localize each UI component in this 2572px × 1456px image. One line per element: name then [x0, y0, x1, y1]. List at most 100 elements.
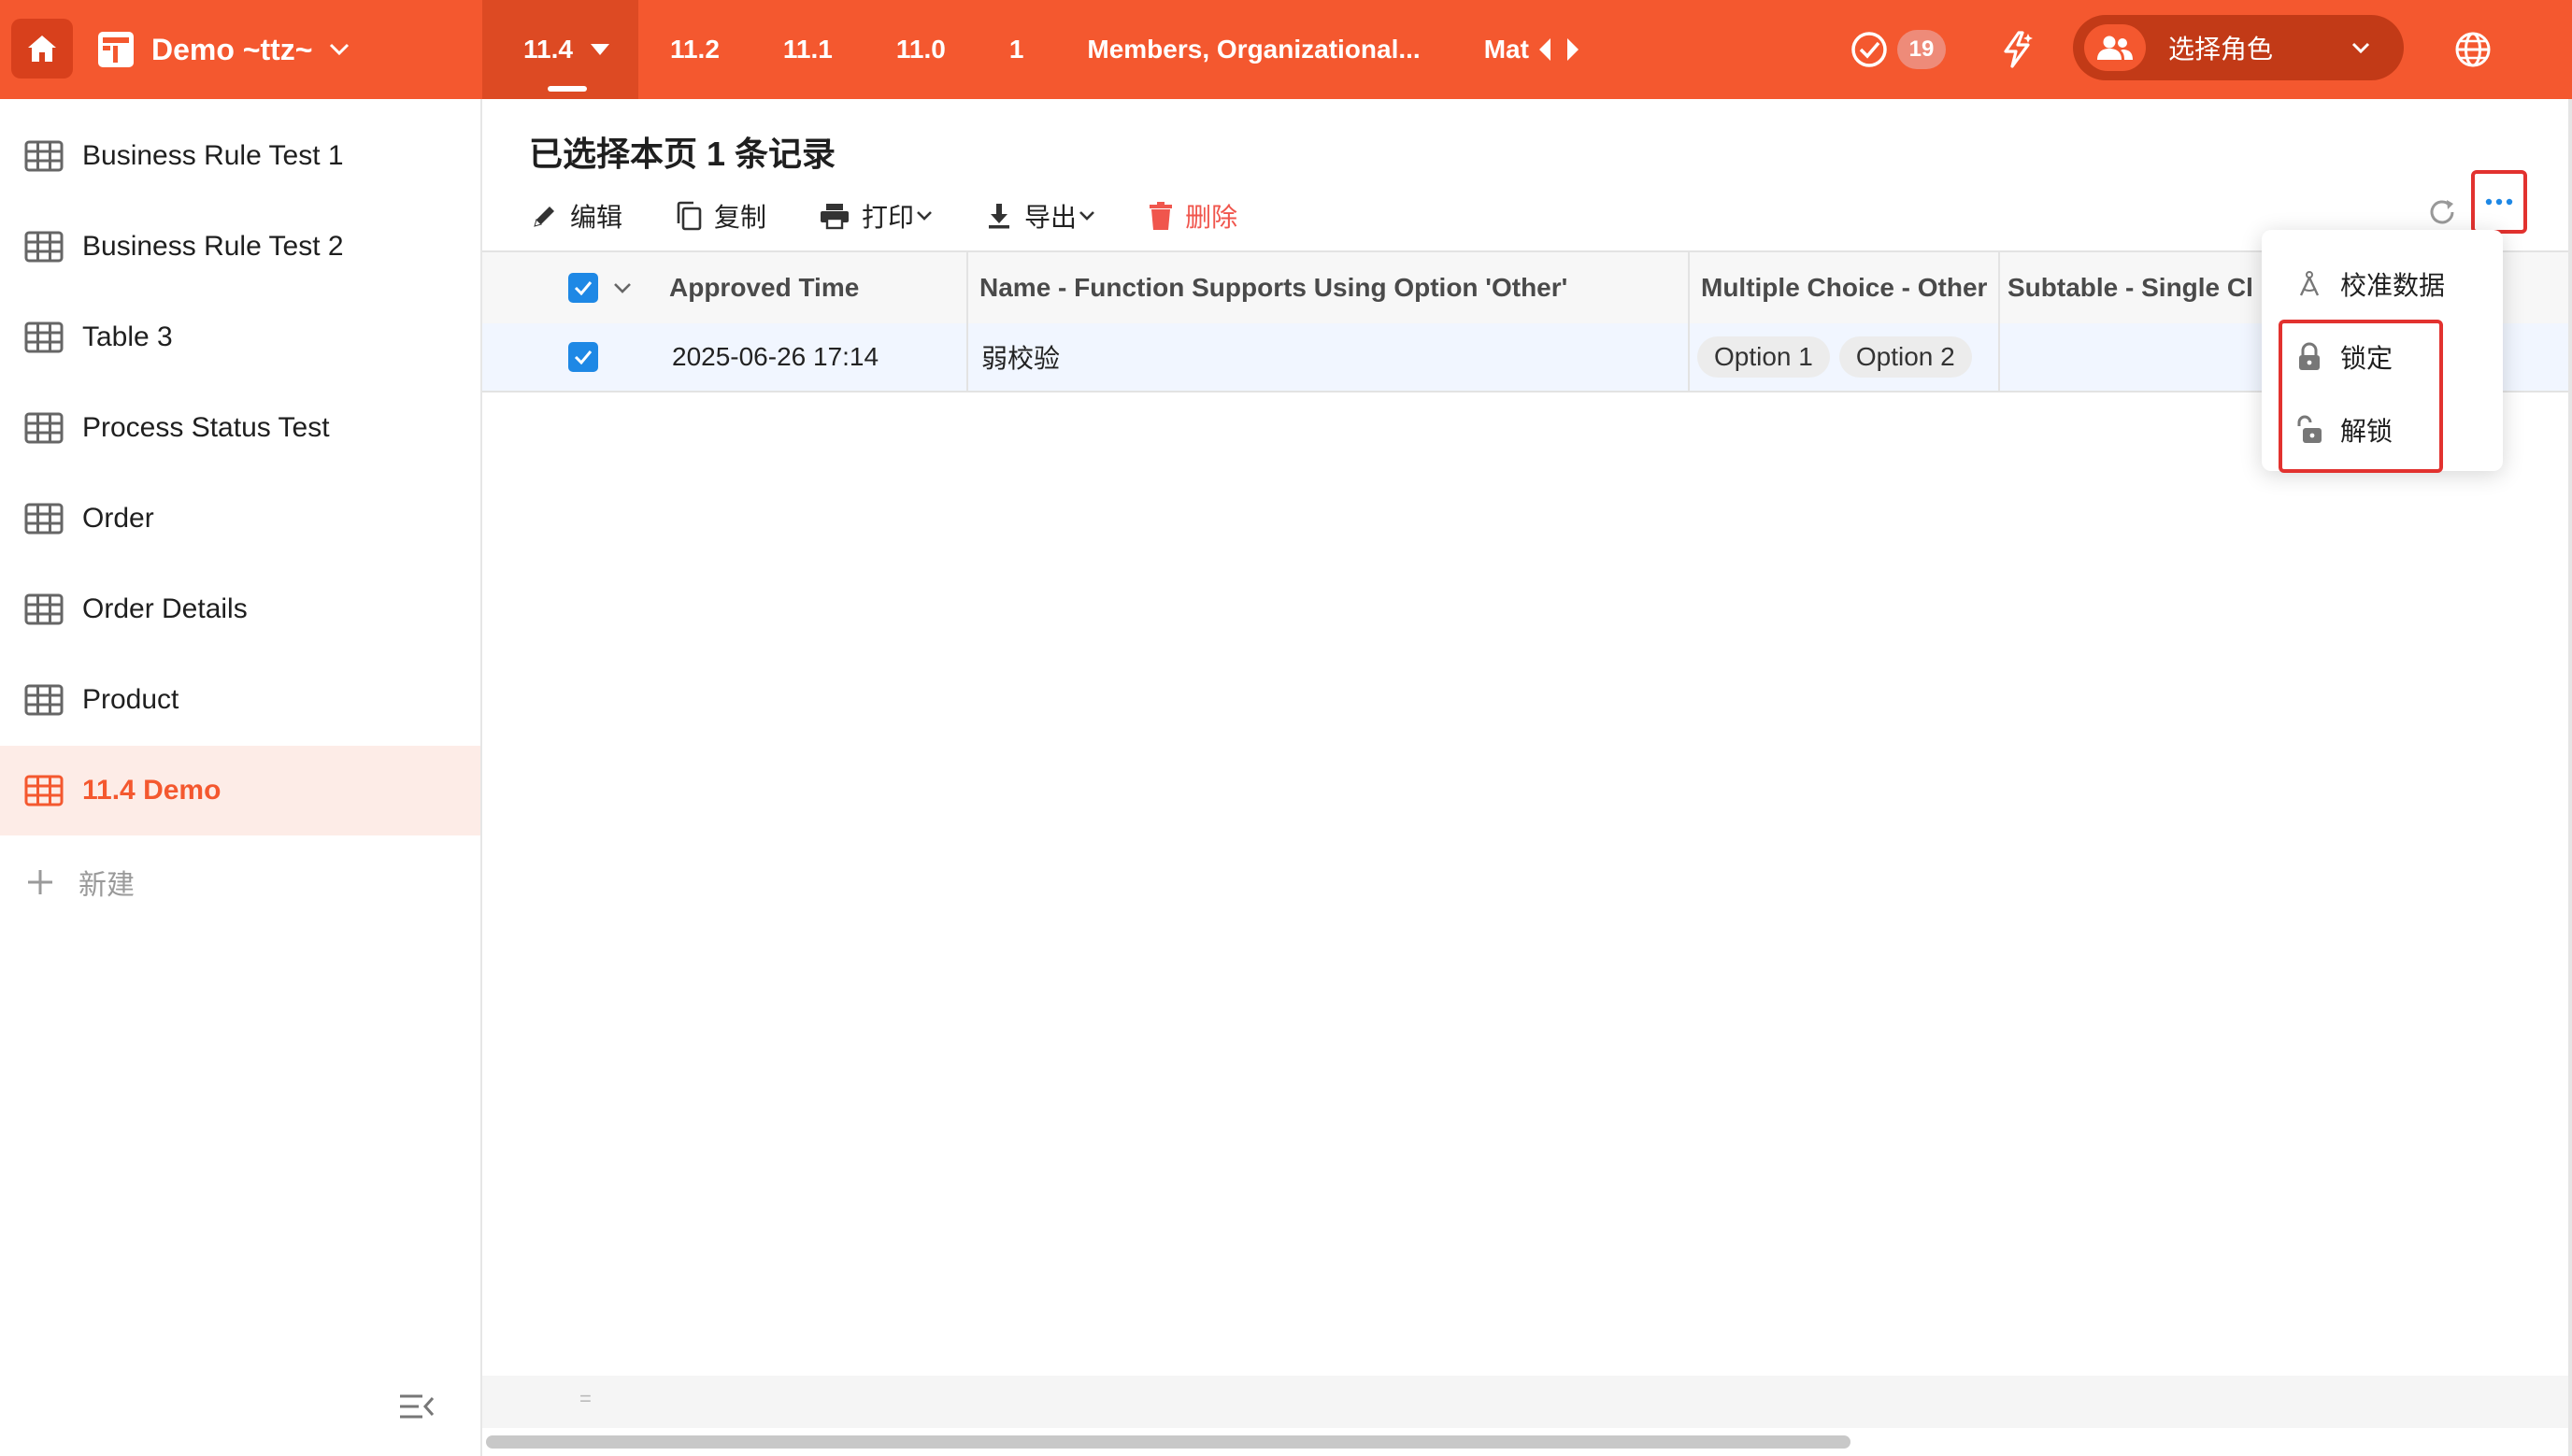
refresh-icon[interactable]	[2426, 196, 2458, 228]
check-circle-icon	[1851, 32, 1887, 67]
column-header-multiple-choice[interactable]: Multiple Choice - Other	[1701, 252, 2000, 323]
automation-button[interactable]	[2000, 0, 2036, 99]
sidebar-item-label: 11.4 Demo	[82, 775, 221, 806]
sidebar-item-business-rule-test-2[interactable]: Business Rule Test 2	[0, 202, 480, 292]
cell-subtable[interactable]	[2008, 323, 2279, 391]
tab-label: 11.1	[782, 35, 833, 64]
cell-name[interactable]: 弱校验	[981, 323, 1673, 391]
flash-icon	[2004, 31, 2033, 68]
sidebar-item-label: Product	[82, 684, 179, 715]
print-label: 打印	[862, 203, 915, 232]
tab-11-0[interactable]: 11.0	[864, 0, 978, 99]
todo-count-badge: 19	[1897, 30, 1946, 69]
cell-approved-time[interactable]: 2025-06-26 17:14	[672, 323, 952, 391]
vertical-scroll-track[interactable]	[2568, 99, 2572, 1456]
home-icon	[28, 36, 56, 62]
collapse-sidebar-icon[interactable]	[398, 1392, 436, 1420]
sidebar-item-label: Process Status Test	[82, 412, 330, 443]
app-switcher[interactable]: Demo ~ttz~	[97, 26, 350, 73]
chevron-down-icon	[1079, 211, 1094, 221]
tab-members[interactable]: Members, Organizational...	[1055, 0, 1451, 99]
edit-button[interactable]: 编辑	[531, 197, 622, 235]
chevron-down-icon	[2351, 42, 2370, 53]
column-divider	[966, 323, 968, 391]
page-title: 已选择本页 1 条记录	[529, 135, 836, 173]
sidebar-item-product[interactable]: Product	[0, 655, 480, 745]
sidebar-item-label: Order Details	[82, 593, 248, 624]
tab-label: 1	[1008, 35, 1024, 64]
chevron-down-icon	[330, 43, 350, 56]
column-header-name[interactable]: Name - Function Supports Using Option 'O…	[979, 252, 1690, 323]
grid-header: Approved Time Name - Function Supports U…	[482, 250, 2572, 325]
tab-11-2[interactable]: 11.2	[638, 0, 751, 99]
sidebar-item-order-details[interactable]: Order Details	[0, 564, 480, 654]
column-divider	[966, 252, 968, 323]
footer-drag-handle[interactable]: =	[579, 1387, 592, 1411]
caret-down-icon	[590, 44, 609, 55]
role-label: 选择角色	[2168, 35, 2274, 64]
export-button[interactable]: 导出	[985, 197, 1095, 235]
tab-scroll-controls	[1533, 0, 1579, 99]
row-checkbox[interactable]	[568, 342, 598, 372]
option-tag: Option 1	[1697, 336, 1830, 378]
menu-item-calibrate-data[interactable]: 校准数据	[2262, 249, 2503, 320]
tab-label: 11.0	[895, 35, 946, 64]
column-divider	[1688, 252, 1690, 323]
tab-1[interactable]: 1	[978, 0, 1056, 99]
column-header-approved-time[interactable]: Approved Time	[669, 252, 950, 323]
sidebar-item-process-status-test[interactable]: Process Status Test	[0, 383, 480, 473]
row-select[interactable]	[568, 323, 598, 391]
tab-label: Mat	[1483, 35, 1529, 64]
table-icon	[24, 593, 64, 625]
arrow-right-icon[interactable]	[1566, 37, 1579, 62]
chevron-down-icon	[917, 211, 932, 221]
app-logo-icon	[98, 32, 134, 67]
table-icon	[24, 140, 64, 172]
table-icon	[24, 412, 64, 444]
todo-group[interactable]: 19	[1850, 0, 1946, 99]
home-button[interactable]	[11, 19, 73, 79]
role-selector[interactable]: 选择角色	[2073, 15, 2404, 80]
sidebar-item-table-3[interactable]: Table 3	[0, 293, 480, 382]
tab-mat[interactable]: Mat	[1452, 0, 1533, 99]
calibrate-icon	[2299, 271, 2320, 296]
app-name: Demo ~ttz~	[151, 32, 313, 66]
copy-label: 复制	[714, 203, 767, 232]
column-divider	[1998, 252, 2000, 323]
column-divider	[1688, 323, 1690, 391]
sidebar-new-button[interactable]: 新建	[0, 837, 480, 927]
grid-footer: =	[482, 1376, 2572, 1428]
sidebar-item-order[interactable]: Order	[0, 474, 480, 564]
arrow-left-icon[interactable]	[1538, 37, 1551, 62]
sidebar-item-label: Order	[82, 503, 154, 534]
option-tag: Option 2	[1838, 336, 1972, 378]
table-icon	[24, 503, 64, 535]
horizontal-scrollbar[interactable]	[486, 1435, 1850, 1449]
tab-11-1[interactable]: 11.1	[751, 0, 864, 99]
download-icon	[989, 204, 1010, 229]
chevron-down-icon[interactable]	[613, 282, 632, 293]
sidebar-new-label: 新建	[79, 870, 135, 901]
more-actions-button[interactable]	[2471, 170, 2527, 234]
tab-label: 11.2	[669, 35, 720, 64]
language-button[interactable]	[2454, 0, 2492, 99]
plus-icon	[28, 870, 52, 894]
more-horizontal-icon	[2485, 198, 2513, 206]
check-icon	[574, 281, 593, 295]
globe-icon	[2455, 32, 2491, 67]
copy-button[interactable]: 复制	[675, 197, 766, 235]
users-icon	[2097, 36, 2133, 60]
menu-item-label: 校准数据	[2340, 271, 2446, 300]
select-all-checkbox[interactable]	[568, 273, 598, 303]
sidebar-item-business-rule-test-1[interactable]: Business Rule Test 1	[0, 111, 480, 201]
print-button[interactable]: 打印	[819, 197, 933, 235]
delete-button[interactable]: 删除	[1148, 197, 1237, 235]
view-tabs: 11.4 11.2 11.1 11.0 1 Members, Organizat…	[482, 0, 1579, 99]
sidebar-item-11-4-demo[interactable]: 11.4 Demo	[0, 746, 480, 835]
tab-11-4[interactable]: 11.4	[482, 0, 638, 99]
table-row[interactable]: 2025-06-26 17:14 弱校验 Option 1 Option 2	[482, 323, 2572, 393]
cell-multiple-choice[interactable]: Option 1 Option 2	[1697, 323, 1996, 391]
sidebar-item-label: Table 3	[82, 321, 173, 352]
column-header-subtable[interactable]: Subtable - Single Cl	[2008, 252, 2279, 323]
select-all-control[interactable]	[568, 252, 632, 323]
